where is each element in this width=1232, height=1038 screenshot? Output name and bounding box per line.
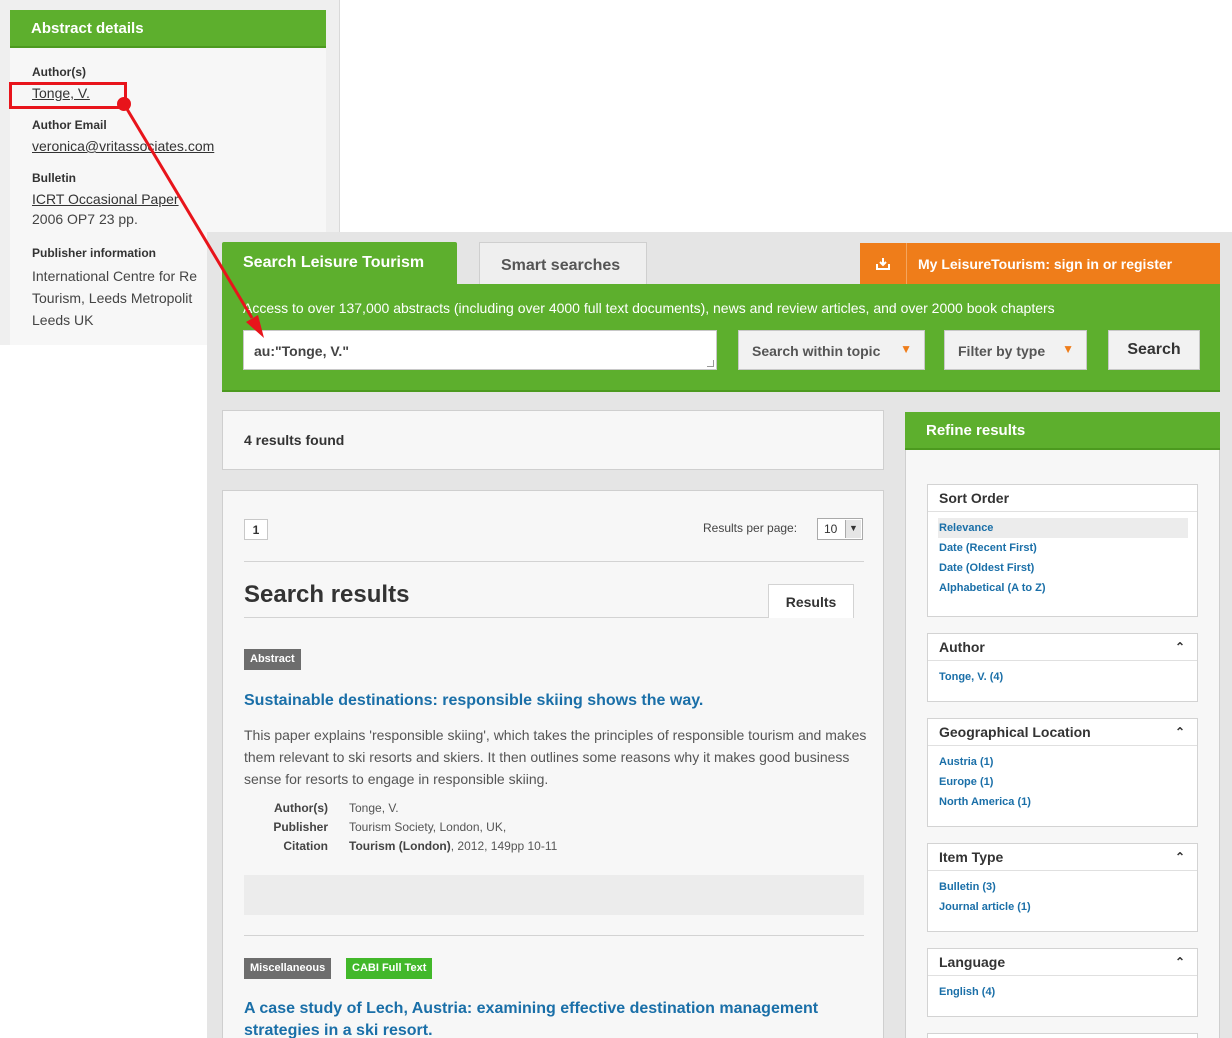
sort-option[interactable]: Relevance [938,518,1188,538]
meta-row-citation: Citation Tourism (London), 2012, 149pp 1… [244,839,557,858]
meta-row-author: Author(s) Tonge, V. [244,801,557,820]
chevron-up-icon[interactable]: ⌃ [1175,725,1185,739]
search-query-input[interactable]: au:"Tonge, V." [243,330,717,370]
facet-title-text: Language [939,954,1006,970]
pagination-page-1[interactable]: 1 [244,519,268,540]
facet-author: Author ⌃ Tonge, V. (4) [927,633,1198,702]
facet-list: English (4) [928,976,1197,1002]
facet-title[interactable]: Item Type ⌃ [928,844,1197,871]
facet-list: Relevance Date (Recent First) Date (Olde… [928,512,1197,598]
facet-title-text: Author [939,639,985,655]
facet-list: Bulletin (3) Journal article (1) [928,871,1197,917]
facet-title[interactable]: Geographical Location ⌃ [928,719,1197,746]
cabi-full-text-badge: CABI Full Text [346,958,433,979]
search-results-heading: Search results [244,581,410,608]
results-count: 4 results found [222,410,884,470]
meta-citation-value: Tourism (London), 2012, 149pp 10-11 [349,839,557,858]
email-group: Author Email veronica@vritassociates.com [32,118,326,155]
facet-item-type: Item Type ⌃ Bulletin (3) Journal article … [927,843,1198,932]
result-title-link[interactable]: A case study of Lech, Austria: examining… [244,998,864,1038]
email-link[interactable]: veronica@vritassociates.com [32,137,326,155]
results-panel: 1 Results per page: 10 ▼ Search results … [222,490,884,1038]
topic-dropdown-label: Search within topic [752,343,881,359]
chevron-down-icon: ▼ [1062,342,1074,356]
signin-button[interactable]: My LeisureTourism: sign in or register [860,243,1220,285]
language-filter-option[interactable]: English (4) [939,982,1197,1002]
bulletin-link[interactable]: ICRT Occasional Paper [32,190,326,208]
results-per-page-label: Results per page: [703,521,798,535]
facet-title-text: Item Type [939,849,1004,865]
chevron-up-icon[interactable]: ⌃ [1175,955,1185,969]
miscellaneous-badge: Miscellaneous [244,958,332,979]
sort-option[interactable]: Date (Oldest First) [939,558,1197,578]
sort-option[interactable]: Date (Recent First) [939,538,1197,558]
type-dropdown-label: Filter by type [958,343,1046,359]
highlight-box [9,82,127,109]
facet-title-text: Geographical Location [939,724,1091,740]
divider [244,561,864,562]
search-banner-text: Access to over 137,000 abstracts (includ… [243,300,1055,316]
result-actions-bar [244,875,864,915]
abstract-details-header: Abstract details [10,10,326,48]
chevron-down-icon: ▼ [900,342,912,356]
search-window: Search Leisure Tourism Smart searches My… [207,232,1232,1038]
search-button[interactable]: Search [1108,330,1200,370]
facet-title[interactable]: Language ⌃ [928,949,1197,976]
item-type-filter-option[interactable]: Journal article (1) [939,897,1197,917]
chevron-down-icon: ▼ [845,520,861,538]
meta-publisher-value: Tourism Society, London, UK, [349,820,507,834]
facet-title: Sort Order [928,485,1197,512]
facet-title[interactable]: Author ⌃ [928,634,1197,661]
author-filter-option[interactable]: Tonge, V. (4) [939,667,1197,687]
abstract-badge: Abstract [244,649,301,670]
facet-sort-order: Sort Order Relevance Date (Recent First)… [927,484,1198,617]
divider [244,935,864,936]
email-label: Author Email [32,118,107,132]
filter-by-type-dropdown[interactable]: Filter by type ▼ [944,330,1087,370]
facet-list: Austria (1) Europe (1) North America (1) [928,746,1197,812]
result-description: This paper explains 'responsible skiing'… [244,727,867,787]
facet-geographical-location: Geographical Location ⌃ Austria (1) Europ… [927,718,1198,827]
divider [244,617,768,618]
bulletin-label: Bulletin [32,171,76,185]
meta-author-label: Author(s) [274,801,328,815]
result-meta: Author(s) Tonge, V. Publisher Tourism So… [244,801,557,858]
geo-filter-option[interactable]: North America (1) [939,792,1197,812]
tab-results[interactable]: Results [768,584,854,618]
resize-grip-icon[interactable] [707,360,714,367]
geo-filter-option[interactable]: Europe (1) [939,772,1197,792]
result-title-link[interactable]: Sustainable destinations: responsible sk… [244,690,864,712]
sort-option[interactable]: Alphabetical (A to Z) [939,578,1197,598]
bulletin-group: Bulletin ICRT Occasional Paper 2006 OP7 … [32,171,326,230]
facet-language: Language ⌃ English (4) [927,948,1198,1017]
meta-row-publisher: Publisher Tourism Society, London, UK, [244,820,557,839]
facet-list: Tonge, V. (4) [928,661,1197,687]
results-per-page-value: 10 [824,522,838,536]
meta-citation-label: Citation [283,839,328,853]
signin-icon [860,243,907,285]
tab-smart-searches[interactable]: Smart searches [479,242,647,286]
geo-filter-option[interactable]: Austria (1) [939,752,1197,772]
search-band: Access to over 137,000 abstracts (includ… [222,284,1220,392]
results-per-page-select[interactable]: 10 ▼ [817,518,863,540]
refine-results-body: Sort Order Relevance Date (Recent First)… [905,450,1220,1038]
meta-publisher-label: Publisher [273,820,328,834]
facet-more [927,1033,1198,1038]
refine-results-header: Refine results [905,412,1220,450]
citation-journal: Tourism (London) [349,839,451,853]
chevron-up-icon[interactable]: ⌃ [1175,640,1185,654]
screenshot-stage: Abstract details Author(s) Tonge, V. Aut… [0,0,1232,1038]
search-within-topic-dropdown[interactable]: Search within topic ▼ [738,330,925,370]
chevron-up-icon[interactable]: ⌃ [1175,850,1185,864]
meta-author-value: Tonge, V. [349,801,399,815]
citation-detail: , 2012, 149pp 10-11 [450,839,558,853]
authors-label: Author(s) [32,65,86,79]
item-type-filter-option[interactable]: Bulletin (3) [939,877,1197,897]
search-query-value: au:"Tonge, V." [254,343,349,359]
bulletin-detail: 2006 OP7 23 pp. [32,211,138,227]
signin-label: My LeisureTourism: sign in or register [918,256,1173,272]
